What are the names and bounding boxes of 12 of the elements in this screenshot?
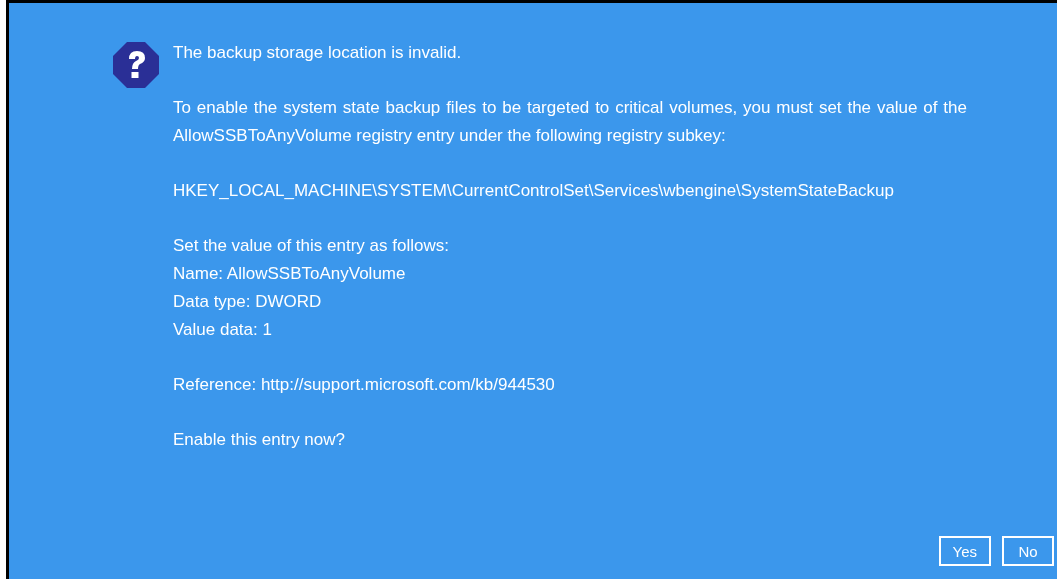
dialog-button[interactable]: Yes bbox=[938, 536, 991, 566]
message-paragraph: To enable the system state backup files to be targeted to critical volumes, you must set the value of the AllowSSBToAnyVolume registry entry under the following registry subkey: bbox=[173, 97, 967, 147]
dialog-button[interactable]: No bbox=[1002, 536, 1054, 566]
message-line: Name: AllowSSBToAnyVolume bbox=[173, 263, 407, 285]
help-icon bbox=[113, 42, 159, 88]
dialog-title: The backup storage location is invalid. bbox=[173, 42, 463, 64]
message-line: Value data: 1 bbox=[173, 319, 273, 341]
message-line: Enable this entry now? bbox=[173, 429, 346, 451]
registry-path: HKEY_LOCAL_MACHINE\SYSTEM\CurrentControlSet\Services\wbengine\SystemStateBackup bbox=[173, 180, 895, 202]
message-line: Reference: http://support.microsoft.com/kb/944530 bbox=[173, 374, 556, 396]
message-line: Data type: DWORD bbox=[173, 291, 323, 313]
message-line: Set the value of this entry as follows: bbox=[173, 235, 450, 257]
